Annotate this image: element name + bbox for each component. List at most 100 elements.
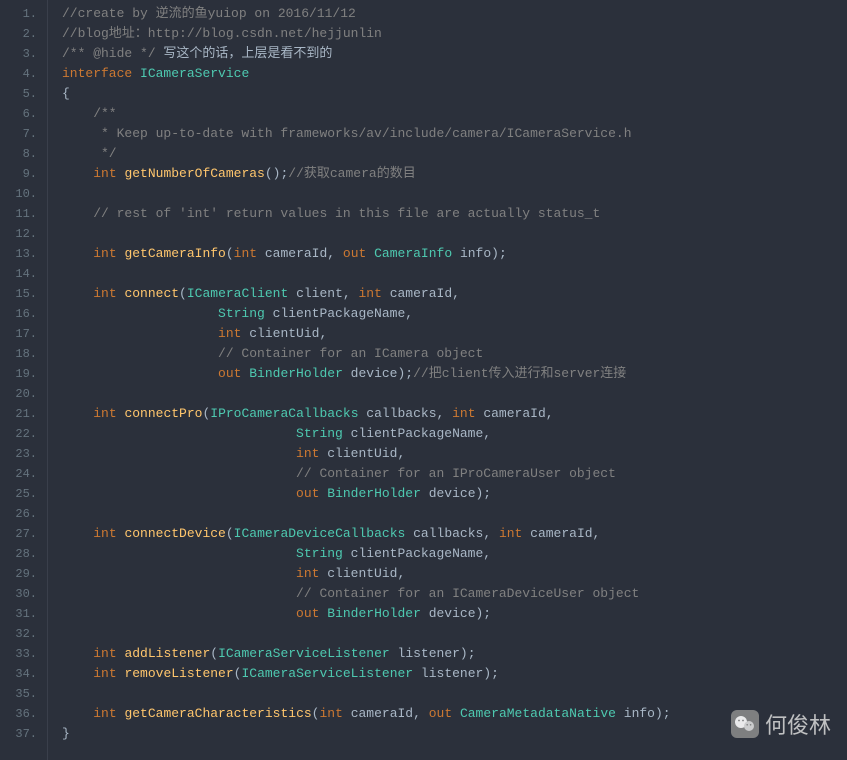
code-line[interactable] bbox=[62, 624, 847, 644]
code-token: ( bbox=[226, 246, 234, 261]
line-number: 34. bbox=[0, 664, 47, 684]
code-token: int bbox=[452, 406, 475, 421]
code-token bbox=[62, 246, 93, 261]
code-area[interactable]: //create by 逆流的鱼yuiop on 2016/11/12//blo… bbox=[48, 0, 847, 760]
line-number: 36. bbox=[0, 704, 47, 724]
code-token: CameraInfo bbox=[374, 246, 452, 261]
code-line[interactable]: int removeListener(ICameraServiceListene… bbox=[62, 664, 847, 684]
code-line[interactable]: interface ICameraService bbox=[62, 64, 847, 84]
code-token: CameraMetadataNative bbox=[460, 706, 616, 721]
code-line[interactable] bbox=[62, 184, 847, 204]
line-number: 30. bbox=[0, 584, 47, 604]
code-token: /** @hide */ bbox=[62, 46, 156, 61]
code-token bbox=[366, 246, 374, 261]
code-token: */ bbox=[62, 146, 117, 161]
code-token: ICameraServiceListener bbox=[218, 646, 390, 661]
line-number: 14. bbox=[0, 264, 47, 284]
code-line[interactable]: //create by 逆流的鱼yuiop on 2016/11/12 bbox=[62, 4, 847, 24]
line-number: 35. bbox=[0, 684, 47, 704]
code-line[interactable]: int addListener(ICameraServiceListener l… bbox=[62, 644, 847, 664]
code-line[interactable]: * Keep up-to-date with frameworks/av/inc… bbox=[62, 124, 847, 144]
code-line[interactable] bbox=[62, 224, 847, 244]
code-token: int bbox=[93, 286, 116, 301]
code-token: info); bbox=[616, 706, 671, 721]
code-line[interactable]: */ bbox=[62, 144, 847, 164]
code-token: // Container for an ICamera object bbox=[62, 346, 483, 361]
code-line[interactable]: out BinderHolder device); bbox=[62, 484, 847, 504]
line-number: 21. bbox=[0, 404, 47, 424]
code-token: int bbox=[296, 446, 319, 461]
code-token: interface bbox=[62, 66, 132, 81]
code-token bbox=[62, 666, 93, 681]
code-token: callbacks, bbox=[359, 406, 453, 421]
code-token: /** bbox=[62, 106, 117, 121]
code-line[interactable]: int connectPro(IProCameraCallbacks callb… bbox=[62, 404, 847, 424]
code-token: cameraId, bbox=[476, 406, 554, 421]
code-line[interactable]: // Container for an ICamera object bbox=[62, 344, 847, 364]
line-number: 26. bbox=[0, 504, 47, 524]
code-line[interactable]: String clientPackageName, bbox=[62, 424, 847, 444]
code-line[interactable]: int connectDevice(ICameraDeviceCallbacks… bbox=[62, 524, 847, 544]
code-line[interactable]: { bbox=[62, 84, 847, 104]
code-token bbox=[62, 486, 296, 501]
line-number: 31. bbox=[0, 604, 47, 624]
code-token: connect bbox=[124, 286, 179, 301]
code-token: int bbox=[296, 566, 319, 581]
code-token: removeListener bbox=[124, 666, 233, 681]
code-line[interactable]: out BinderHolder device); bbox=[62, 604, 847, 624]
code-line[interactable]: int clientUid, bbox=[62, 324, 847, 344]
code-line[interactable] bbox=[62, 504, 847, 524]
code-line[interactable]: String clientPackageName, bbox=[62, 544, 847, 564]
code-token bbox=[132, 66, 140, 81]
line-number: 24. bbox=[0, 464, 47, 484]
code-line[interactable]: String clientPackageName, bbox=[62, 304, 847, 324]
code-token: //获取camera的数目 bbox=[288, 166, 415, 181]
code-token bbox=[452, 706, 460, 721]
code-token: addListener bbox=[124, 646, 210, 661]
line-number: 25. bbox=[0, 484, 47, 504]
code-token: int bbox=[499, 526, 522, 541]
code-token: connectPro bbox=[124, 406, 202, 421]
code-line[interactable]: // Container for an IProCameraUser objec… bbox=[62, 464, 847, 484]
code-token: ( bbox=[210, 646, 218, 661]
line-number: 11. bbox=[0, 204, 47, 224]
code-token: int bbox=[93, 646, 116, 661]
code-line[interactable] bbox=[62, 684, 847, 704]
code-line[interactable]: // Container for an ICameraDeviceUser ob… bbox=[62, 584, 847, 604]
code-token: connectDevice bbox=[124, 526, 225, 541]
code-line[interactable]: int getCameraCharacteristics(int cameraI… bbox=[62, 704, 847, 724]
code-token bbox=[62, 546, 296, 561]
code-token: BinderHolder bbox=[249, 366, 343, 381]
code-token: info); bbox=[452, 246, 507, 261]
code-token: //把client传入进行和server连接 bbox=[413, 366, 626, 381]
line-number: 15. bbox=[0, 284, 47, 304]
code-line[interactable]: /** bbox=[62, 104, 847, 124]
code-line[interactable]: int clientUid, bbox=[62, 564, 847, 584]
code-line[interactable]: /** @hide */ 写这个的话，上层是看不到的 bbox=[62, 44, 847, 64]
code-token bbox=[62, 306, 218, 321]
code-line[interactable] bbox=[62, 264, 847, 284]
code-token: clientPackageName, bbox=[343, 426, 491, 441]
code-line[interactable] bbox=[62, 384, 847, 404]
code-token: getCameraCharacteristics bbox=[124, 706, 311, 721]
code-token bbox=[62, 606, 296, 621]
code-token: listener); bbox=[413, 666, 499, 681]
code-line[interactable]: int getCameraInfo(int cameraId, out Came… bbox=[62, 244, 847, 264]
code-token: out bbox=[429, 706, 452, 721]
code-line[interactable]: //blog地址：http://blog.csdn.net/hejjunlin bbox=[62, 24, 847, 44]
line-number: 4. bbox=[0, 64, 47, 84]
code-token: clientUid, bbox=[319, 566, 405, 581]
code-token: cameraId, bbox=[382, 286, 460, 301]
code-token: cameraId, bbox=[343, 706, 429, 721]
code-line[interactable]: out BinderHolder device);//把client传入进行和s… bbox=[62, 364, 847, 384]
code-token: String bbox=[218, 306, 265, 321]
code-token: callbacks, bbox=[405, 526, 499, 541]
code-line[interactable]: int getNumberOfCameras();//获取camera的数目 bbox=[62, 164, 847, 184]
line-number: 18. bbox=[0, 344, 47, 364]
code-token: { bbox=[62, 86, 70, 101]
code-line[interactable]: } bbox=[62, 724, 847, 744]
code-line[interactable]: // rest of 'int' return values in this f… bbox=[62, 204, 847, 224]
code-line[interactable]: int connect(ICameraClient client, int ca… bbox=[62, 284, 847, 304]
code-token: ICameraServiceListener bbox=[241, 666, 413, 681]
code-line[interactable]: int clientUid, bbox=[62, 444, 847, 464]
